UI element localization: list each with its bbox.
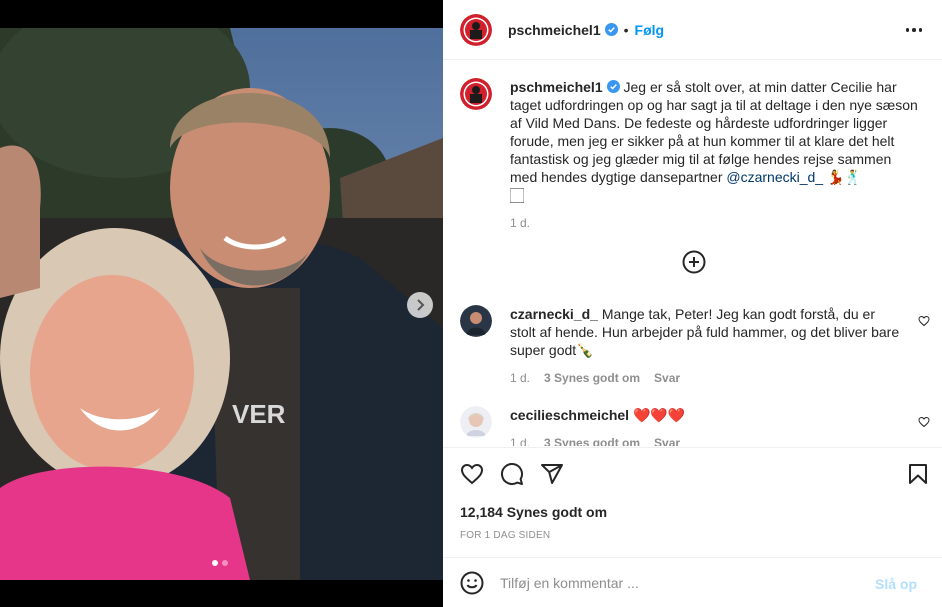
comment-meta: 1 d. 3 Synes godt om Svar [510, 371, 900, 385]
comment-input[interactable] [500, 574, 860, 591]
comment-item: cecilieschmeichel ❤️❤️❤️ 1 d. 3 Synes go… [460, 406, 930, 446]
carousel-dot-active [212, 560, 218, 566]
comment-message: ❤️❤️❤️ [632, 407, 686, 423]
comment-timestamp[interactable]: 1 d. [510, 436, 530, 446]
comment-username[interactable]: czarnecki_d_ [510, 306, 598, 322]
carousel-dot [222, 560, 228, 566]
likes-count[interactable]: 12,184 Synes godt om [460, 504, 607, 520]
comment-text: czarnecki_d_ Mange tak, Peter! Jeg kan g… [510, 305, 900, 359]
caption-emoji-line2: 🏻 [510, 187, 524, 203]
heart-icon[interactable] [918, 416, 930, 428]
comment-timestamp[interactable]: 1 d. [510, 371, 530, 385]
post-photo[interactable]: VER [0, 28, 443, 580]
comment-item: czarnecki_d_ Mange tak, Peter! Jeg kan g… [460, 305, 930, 385]
post-caption: pschmeichel1 Jeg er så stolt over, at mi… [460, 78, 930, 230]
header-separator: • [623, 21, 629, 38]
comment-icon[interactable] [500, 462, 524, 486]
chevron-right-icon [417, 299, 425, 311]
caption-body: pschmeichel1 Jeg er så stolt over, at mi… [510, 78, 920, 230]
dot [918, 28, 923, 32]
caption-mention-link[interactable]: @czarnecki_d_ [726, 169, 823, 185]
comment-reply-button[interactable]: Svar [654, 436, 680, 446]
heart-icon[interactable] [918, 315, 930, 327]
comment-body: cecilieschmeichel ❤️❤️❤️ 1 d. 3 Synes go… [510, 406, 900, 446]
post-sidebar: pschmeichel1 • Følg pschmeichel1 Jeg er … [443, 0, 942, 607]
dot [905, 28, 910, 32]
follow-button[interactable]: Følg [635, 22, 665, 38]
emoji-icon[interactable] [460, 571, 484, 595]
caption-emoji: 💃🕺 [823, 169, 862, 185]
dot [912, 28, 916, 32]
comments-scroll-area[interactable]: pschmeichel1 Jeg er så stolt over, at mi… [443, 61, 942, 446]
caption-timestamp[interactable]: 1 d. [510, 216, 920, 230]
svg-text:VER: VER [232, 399, 286, 429]
caption-text: pschmeichel1 Jeg er så stolt over, at mi… [510, 78, 920, 204]
instagram-post-modal: VER pschmeichel1 • Følg pschmeichel1 Jeg… [0, 0, 942, 607]
comment-username[interactable]: cecilieschmeichel [510, 407, 629, 423]
comment-text: cecilieschmeichel ❤️❤️❤️ [510, 406, 900, 424]
comment-body: czarnecki_d_ Mange tak, Peter! Jeg kan g… [510, 305, 900, 385]
comment-reply-button[interactable]: Svar [654, 371, 680, 385]
next-photo-button[interactable] [407, 292, 433, 318]
post-header: pschmeichel1 • Følg [443, 0, 942, 60]
comment-likes-button[interactable]: 3 Synes godt om [544, 371, 640, 385]
more-options-icon[interactable] [904, 20, 924, 40]
avatar-image [460, 406, 492, 438]
verified-badge-icon [604, 23, 618, 36]
avatar-image [460, 78, 492, 110]
avatar[interactable] [460, 406, 492, 438]
avatar-image [460, 13, 492, 46]
post-media: VER [0, 0, 443, 607]
post-comment-button[interactable]: Slå op [875, 576, 917, 592]
comment-composer: Slå op [443, 557, 942, 607]
carousel-indicator [212, 560, 228, 566]
comment-meta: 1 d. 3 Synes godt om Svar [510, 436, 900, 446]
post-date[interactable]: FOR 1 DAG SIDEN [460, 530, 550, 541]
avatar[interactable] [460, 305, 492, 337]
heart-icon[interactable] [460, 462, 484, 486]
avatar[interactable] [460, 78, 492, 110]
add-circle-icon[interactable] [682, 250, 706, 274]
header-username[interactable]: pschmeichel1 [508, 22, 601, 38]
share-icon[interactable] [540, 462, 564, 486]
post-actions: 12,184 Synes godt om FOR 1 DAG SIDEN [443, 447, 942, 557]
bookmark-icon[interactable] [906, 462, 930, 486]
comment-likes-button[interactable]: 3 Synes godt om [544, 436, 640, 446]
photo-image: VER [0, 28, 443, 580]
verified-badge-icon [606, 80, 620, 93]
avatar[interactable] [460, 13, 492, 46]
caption-username[interactable]: pschmeichel1 [510, 79, 603, 95]
avatar-image [460, 305, 492, 337]
